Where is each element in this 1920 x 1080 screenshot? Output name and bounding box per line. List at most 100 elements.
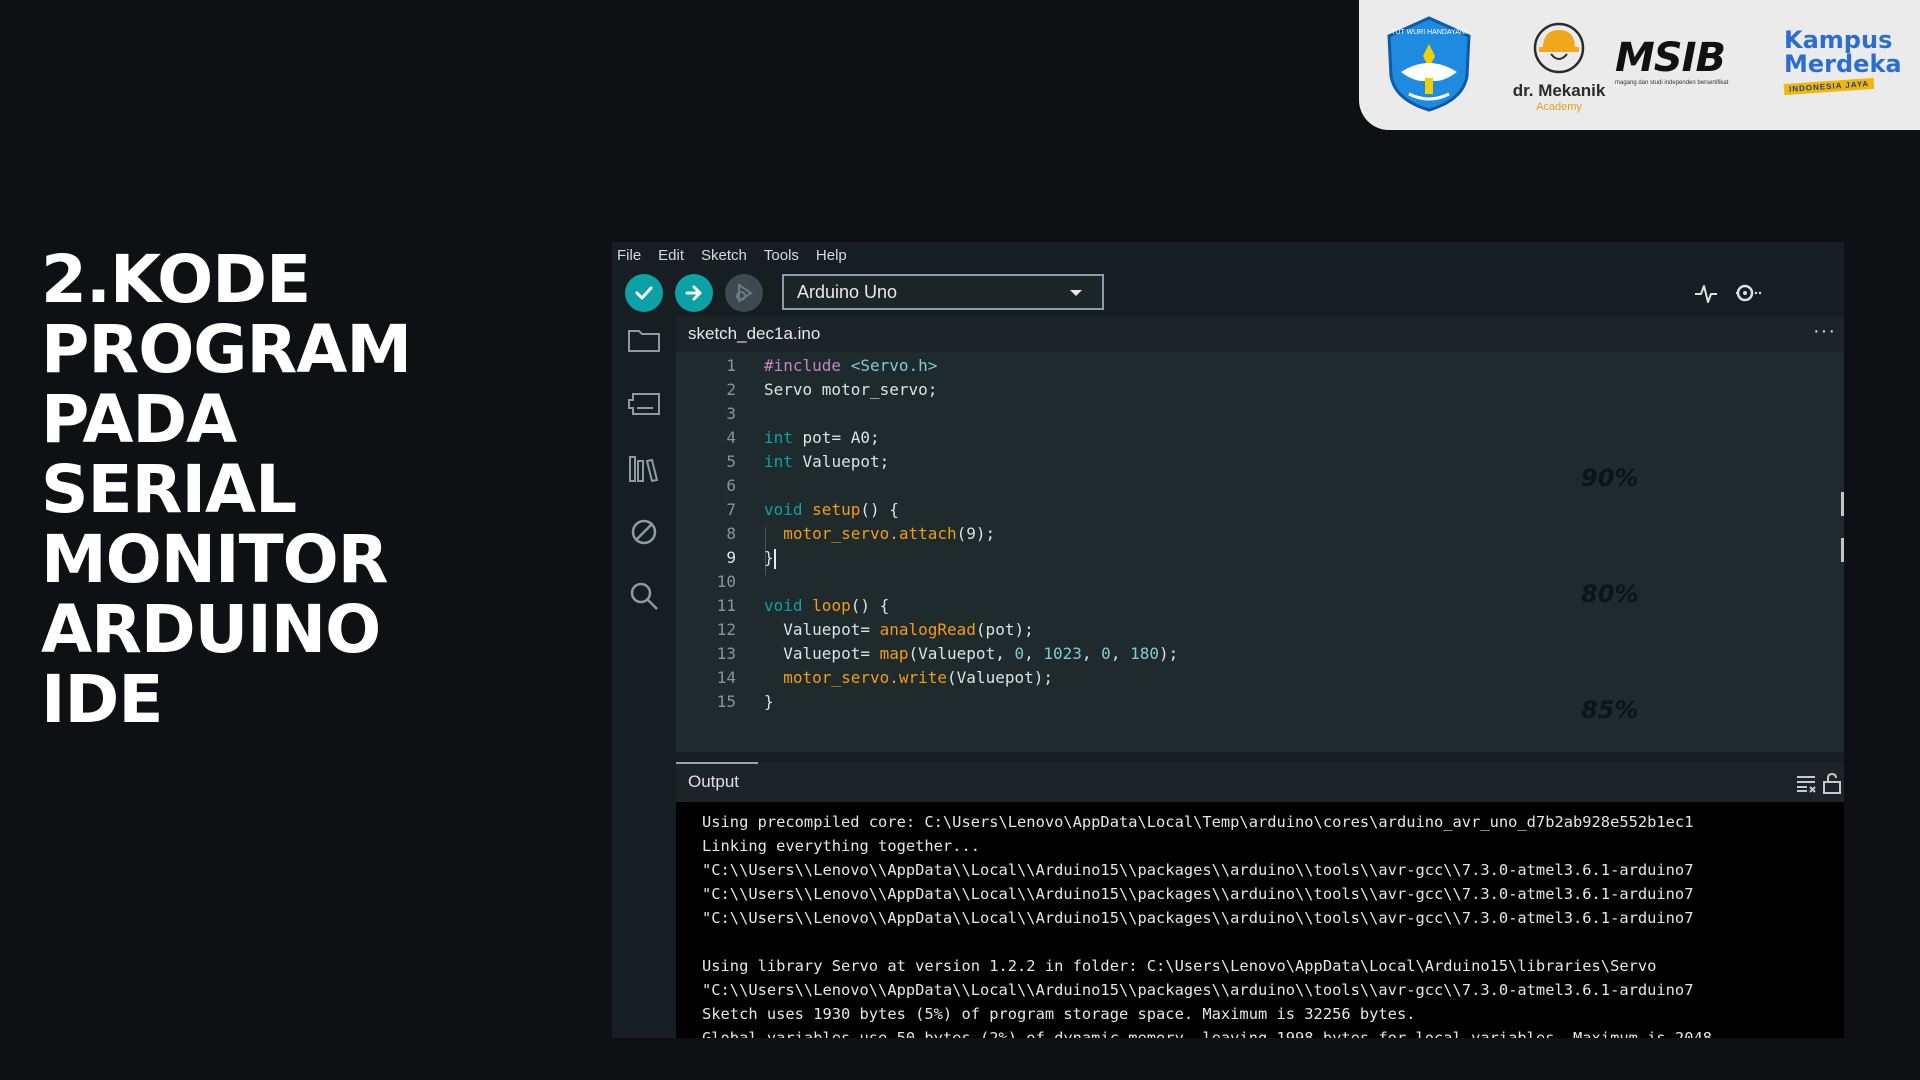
line-number: 9 xyxy=(726,548,736,567)
msib-logo: MSIB magang dan studi independen bersert… xyxy=(1615,36,1765,96)
title-line: PADA xyxy=(41,381,237,458)
dr-mekanik-logo: dr. Mekanik Academy xyxy=(1491,20,1627,120)
debug-button[interactable] xyxy=(725,274,763,312)
title-line: IDE xyxy=(41,661,163,738)
board-selector[interactable]: Arduino Uno xyxy=(782,274,1104,310)
code-token: (Valuepot, xyxy=(908,644,1015,663)
more-options-button[interactable]: ··· xyxy=(1813,320,1836,343)
text-cursor xyxy=(773,548,776,569)
debugger-button[interactable] xyxy=(624,512,664,552)
code-token: setup xyxy=(812,500,861,519)
line-number: 1 xyxy=(726,356,736,375)
output-line: Using library Servo at version 1.2.2 in … xyxy=(702,957,1657,975)
output-line: Sketch uses 1930 bytes (5%) of program s… xyxy=(702,1005,1416,1023)
boards-manager-icon xyxy=(628,393,660,415)
merdeka-text: Merdeka xyxy=(1784,50,1902,78)
upload-icon xyxy=(685,285,702,301)
line-number: 14 xyxy=(716,668,736,687)
code-token: 1023 xyxy=(1043,644,1082,663)
output-tab[interactable]: Output xyxy=(688,772,739,792)
code-token: #include xyxy=(764,356,851,375)
code-token: int xyxy=(764,428,793,447)
title-line: 2.KODE xyxy=(41,241,311,318)
scroll-lock-icon[interactable] xyxy=(1820,771,1844,795)
code-line[interactable]: Valuepot= analogRead(pot); xyxy=(764,618,1034,642)
kampus-text: Kampus xyxy=(1784,26,1893,54)
code-token: 0 xyxy=(1014,644,1025,663)
search-icon xyxy=(630,582,658,610)
code-line[interactable]: motor_servo.write(Valuepot); xyxy=(764,666,1053,690)
sidebar xyxy=(612,316,676,1038)
menu-tools[interactable]: Tools xyxy=(764,247,799,264)
code-line[interactable]: void setup() { xyxy=(764,498,899,522)
line-number: 13 xyxy=(716,644,736,663)
code-line[interactable]: } xyxy=(764,546,776,570)
menu-file[interactable]: File xyxy=(617,247,641,264)
line-number-gutter: 1 2 3 4 5 6 7 8 9 10 11 12 13 14 15 xyxy=(676,352,736,752)
code-line[interactable]: void loop() { xyxy=(764,594,889,618)
output-console[interactable]: Using precompiled core: C:\Users\Lenovo\… xyxy=(676,802,1844,1038)
line-number: 8 xyxy=(726,524,736,543)
overlay-percent: 80% xyxy=(1581,580,1639,608)
sketchbook-button[interactable] xyxy=(624,320,664,360)
serial-monitor-icon xyxy=(1736,284,1762,302)
boards-manager-button[interactable] xyxy=(624,384,664,424)
arduino-ide-window: File Edit Sketch Tools Help Arduino Uno xyxy=(612,242,1844,1038)
code-line[interactable]: motor_servo.attach(9); xyxy=(764,522,995,546)
search-button[interactable] xyxy=(624,576,664,616)
code-line[interactable]: int pot= A0; xyxy=(764,426,880,450)
code-line[interactable]: Servo motor_servo; xyxy=(764,378,937,402)
tut-wuri-handayani-logo: TUT WURI HANDAYANI xyxy=(1379,14,1479,114)
no-debug-icon xyxy=(631,519,657,545)
menu-edit[interactable]: Edit xyxy=(658,247,684,264)
code-token: (Valuepot); xyxy=(947,668,1053,687)
tab-sketch[interactable]: sketch_dec1a.ino xyxy=(676,316,833,354)
scrollbar-marker[interactable] xyxy=(1841,492,1844,516)
verify-button[interactable] xyxy=(625,274,663,312)
code-token: () { xyxy=(850,596,890,615)
code-line[interactable]: int Valuepot; xyxy=(764,450,889,474)
serial-monitor-button[interactable] xyxy=(1734,278,1764,308)
library-manager-button[interactable] xyxy=(624,448,664,488)
code-token: analogRead xyxy=(879,620,976,639)
toolbar: Arduino Uno xyxy=(612,268,1844,316)
code-token: } xyxy=(764,548,774,567)
logo-strip: TUT WURI HANDAYANI dr. Mekanik Academy M… xyxy=(1359,0,1920,130)
code-line[interactable]: #include <Servo.h> xyxy=(764,354,937,378)
code-token: , xyxy=(1081,644,1102,663)
menu-help[interactable]: Help xyxy=(816,247,847,264)
folder-icon xyxy=(628,330,660,352)
scrollbar-marker[interactable] xyxy=(1841,538,1844,562)
output-line: Linking everything together... xyxy=(702,837,980,855)
code-token: loop xyxy=(812,596,851,615)
output-line: "C:\\Users\\Lenovo\\AppData\\Local\\Ardu… xyxy=(702,885,1694,903)
output-tab-indicator xyxy=(676,762,758,764)
code-token: (pot); xyxy=(975,620,1034,639)
code-area[interactable]: #include <Servo.h> Servo motor_servo;int … xyxy=(764,352,1824,752)
overlay-percent: 85% xyxy=(1581,696,1639,724)
serial-plotter-button[interactable] xyxy=(1691,278,1721,308)
line-number: 5 xyxy=(726,452,736,471)
code-editor[interactable]: 1 2 3 4 5 6 7 8 9 10 11 12 13 14 15 #include <Servo.h>… xyxy=(676,352,1844,752)
menu-bar: File Edit Sketch Tools Help xyxy=(612,242,1844,268)
output-line: "C:\\Users\\Lenovo\\AppData\\Local\\Ardu… xyxy=(702,861,1694,879)
clear-output-icon[interactable] xyxy=(1794,771,1818,795)
line-number: 10 xyxy=(716,572,736,591)
code-line[interactable]: Valuepot= map(Valuepot, 0, 1023, 0, 180)… xyxy=(764,642,1178,666)
chevron-down-icon xyxy=(1070,290,1082,296)
msib-tagline: magang dan studi independen bersertifika… xyxy=(1615,80,1729,86)
menu-sketch[interactable]: Sketch xyxy=(701,247,747,264)
code-token: 180 xyxy=(1130,644,1159,663)
code-token: Servo motor_servo; xyxy=(764,380,938,399)
svg-text:TUT WURI HANDAYANI: TUT WURI HANDAYANI xyxy=(1391,29,1467,36)
code-line[interactable]: } xyxy=(764,690,774,714)
code-token: Valuepot= xyxy=(764,620,880,639)
code-token: () { xyxy=(860,500,899,519)
output-line: "C:\\Users\\Lenovo\\AppData\\Local\\Ardu… xyxy=(702,981,1694,999)
upload-button[interactable] xyxy=(675,274,713,312)
line-number: 2 xyxy=(726,380,736,399)
